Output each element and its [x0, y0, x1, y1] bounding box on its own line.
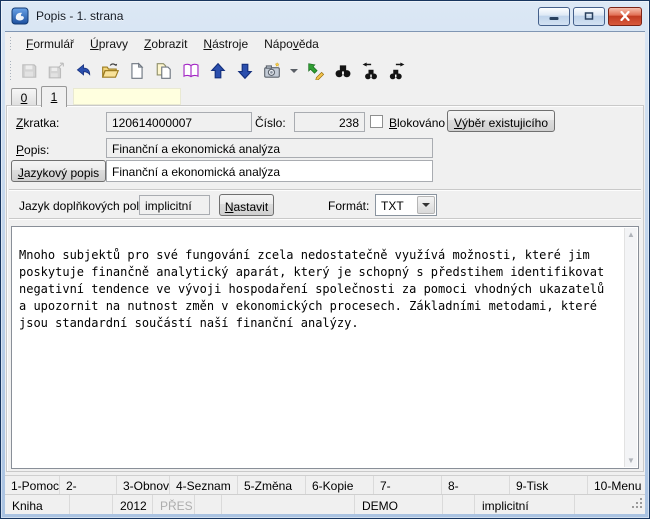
- description-text: Mnoho subjektů pro své fungování zcela n…: [19, 248, 605, 330]
- scroll-down-icon[interactable]: ▼: [625, 454, 637, 467]
- menu-nastroje[interactable]: Nástroje: [195, 33, 256, 55]
- scroll-up-icon[interactable]: ▲: [625, 228, 637, 241]
- fkey-10-menu[interactable]: 10-Menu: [588, 476, 645, 494]
- function-key-bar: 1-Pomoc 2- 3-Obnov 4-Seznam 5-Změna 6-Ko…: [5, 475, 645, 494]
- format-label: Formát:: [328, 199, 370, 213]
- jazykovy-popis-field[interactable]: Finanční a ekonomická analýza: [106, 160, 433, 182]
- client-area: Formulář Úpravy Zobrazit Nástroje Nápově…: [5, 31, 645, 514]
- tab-page: Zkratka: 120614000007 Číslo: 238 Bloková…: [6, 105, 644, 472]
- status-cell: [195, 495, 222, 514]
- separator: [9, 189, 641, 191]
- status-pres: PŘES: [153, 495, 195, 514]
- jazykovy-popis-button[interactable]: Jazykový popis: [11, 160, 106, 182]
- menu-zobrazit[interactable]: Zobrazit: [136, 33, 195, 55]
- zkratka-field[interactable]: 120614000007: [106, 112, 252, 132]
- format-value: TXT: [381, 199, 404, 213]
- app-window: Popis - 1. strana Formulář Úpravy Zobraz…: [0, 0, 650, 519]
- window-controls: [538, 6, 642, 26]
- description-editor[interactable]: Mnoho subjektů pro své fungování zcela n…: [11, 226, 639, 469]
- fkey-3-obnov[interactable]: 3-Obnov: [117, 476, 170, 494]
- vertical-scrollbar[interactable]: ▲ ▼: [624, 228, 637, 467]
- snapshot-dropdown-icon[interactable]: [290, 68, 298, 73]
- close-icon: [620, 11, 630, 21]
- fkey-2[interactable]: 2-: [60, 476, 117, 494]
- edit-export-icon[interactable]: [305, 60, 327, 82]
- popis-label: Popis:: [16, 143, 50, 157]
- status-implicitni: implicitní: [475, 495, 575, 514]
- tab-1[interactable]: 1: [41, 86, 67, 107]
- resize-grip-icon[interactable]: [632, 498, 643, 512]
- menu-upravy[interactable]: Úpravy: [82, 33, 136, 55]
- menu-gripper[interactable]: [9, 36, 12, 52]
- snapshot-icon[interactable]: [261, 60, 283, 82]
- fkey-1-pomoc[interactable]: 1-Pomoc: [5, 476, 60, 494]
- open-icon[interactable]: [99, 60, 121, 82]
- find-previous-icon[interactable]: [359, 60, 381, 82]
- move-up-icon[interactable]: [207, 60, 229, 82]
- status-demo: DEMO: [355, 495, 443, 514]
- fkey-7[interactable]: 7-: [374, 476, 442, 494]
- cislo-label: Číslo:: [255, 116, 286, 130]
- chevron-down-icon: [422, 203, 430, 207]
- separator: [9, 218, 641, 220]
- status-bar: Kniha 2012 PŘES DEMO implicitní: [5, 494, 645, 514]
- find-next-icon[interactable]: [386, 60, 408, 82]
- popis-field[interactable]: Finanční a ekonomická analýza: [106, 138, 433, 158]
- restore-icon: [584, 12, 594, 20]
- status-cell: [70, 495, 113, 514]
- format-combobox[interactable]: TXT: [375, 194, 437, 216]
- save-icon[interactable]: [18, 60, 40, 82]
- menu-napoveda[interactable]: Nápověda: [256, 33, 327, 55]
- status-year: 2012: [113, 495, 153, 514]
- jazyk-doplnkovych-poli-label: Jazyk doplňkových polí:: [19, 199, 146, 213]
- status-cell: [443, 495, 475, 514]
- new-icon[interactable]: [126, 60, 148, 82]
- close-button[interactable]: [608, 6, 642, 26]
- toolbar: [5, 56, 645, 85]
- status-kniha: Kniha: [5, 495, 70, 514]
- vyber-existujiciho-button[interactable]: Výběr existujicího: [447, 110, 555, 132]
- blokovano-checkbox[interactable]: [370, 115, 383, 128]
- window-title: Popis - 1. strana: [36, 9, 124, 23]
- cislo-field[interactable]: 238: [294, 112, 365, 132]
- menu-formular[interactable]: Formulář: [18, 33, 82, 55]
- book-icon[interactable]: [180, 60, 202, 82]
- fkey-8[interactable]: 8-: [442, 476, 510, 494]
- jazyk-field[interactable]: implicitní: [139, 195, 210, 215]
- undo-icon[interactable]: [72, 60, 94, 82]
- note-field[interactable]: [73, 88, 181, 105]
- combo-dropdown-button[interactable]: [417, 196, 435, 214]
- zkratka-label: Zkratka:: [16, 116, 60, 130]
- titlebar: Popis - 1. strana: [1, 1, 649, 31]
- fkey-9-tisk[interactable]: 9-Tisk: [510, 476, 588, 494]
- app-icon[interactable]: [11, 7, 29, 25]
- fkey-6-kopie[interactable]: 6-Kopie: [306, 476, 374, 494]
- move-down-icon[interactable]: [234, 60, 256, 82]
- blokovano-label: Blokováno: [389, 116, 446, 130]
- restore-button[interactable]: [573, 6, 605, 26]
- nastavit-button[interactable]: Nastavit: [219, 194, 274, 216]
- minimize-button[interactable]: [538, 6, 570, 26]
- fkey-5-zmena[interactable]: 5-Změna: [238, 476, 306, 494]
- tab-0[interactable]: 0: [11, 88, 37, 106]
- find-icon[interactable]: [332, 60, 354, 82]
- tab-strip: 0 1: [9, 86, 641, 107]
- menu-bar: Formulář Úpravy Zobrazit Nástroje Nápově…: [5, 32, 645, 56]
- toolbar-gripper[interactable]: [9, 60, 12, 81]
- save-as-icon[interactable]: [45, 60, 67, 82]
- copy-icon[interactable]: [153, 60, 175, 82]
- fkey-4-seznam[interactable]: 4-Seznam: [170, 476, 238, 494]
- status-cell: [222, 495, 355, 514]
- minimize-icon: [549, 17, 559, 20]
